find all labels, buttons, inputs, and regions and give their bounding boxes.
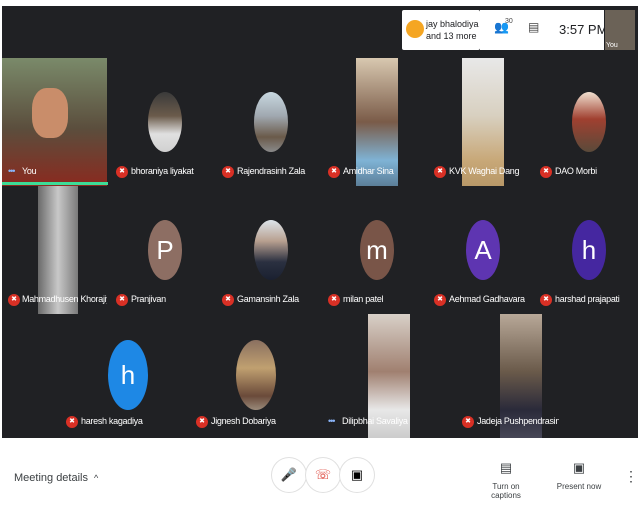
meeting-details-label: Meeting details: [14, 472, 88, 484]
participant-avatar-letter: h: [108, 340, 148, 410]
participant-name: Jadeja Pushpendrasinh: [477, 416, 559, 426]
mic-off-icon: ✖: [328, 166, 340, 178]
participant-photo: [572, 92, 606, 152]
mic-off-icon: ✖: [434, 166, 446, 178]
participant-name: DAO Morbi: [555, 166, 597, 176]
presenter-avatar: [406, 20, 424, 38]
camera-icon: ▣: [350, 467, 364, 482]
participant-avatar-letter: h: [572, 220, 606, 280]
mic-button[interactable]: 🎤: [272, 458, 306, 492]
mic-off-icon: ✖: [196, 416, 208, 428]
participant-name: Amidhar Sina: [343, 166, 394, 176]
end-call-button[interactable]: ☏: [306, 458, 340, 492]
mic-off-icon: ✖: [222, 166, 234, 178]
self-preview-label: You: [606, 42, 618, 49]
self-preview[interactable]: You: [605, 10, 635, 50]
participant-name: Gamansinh Zala: [237, 294, 299, 304]
mic-off-icon: ✖: [116, 294, 128, 306]
captions-button[interactable]: ▤ Turn on captions: [478, 460, 534, 500]
mic-off-icon: ✖: [328, 294, 340, 306]
participant-tile[interactable]: ✖ DAO Morbi: [532, 58, 637, 186]
captions-label: Turn on captions: [491, 482, 521, 500]
participant-name: You: [22, 166, 37, 176]
bottom-bar: Meeting details ^ 🎤 ☏ ▣ ▤ Turn on caption…: [0, 438, 640, 516]
people-count: 30: [505, 18, 513, 25]
participant-tile[interactable]: ✖ Gamansinh Zala: [214, 186, 319, 314]
participant-tile[interactable]: ✖ Mahmadhusen Khorajiya: [2, 186, 107, 314]
participant-avatar-letter: m: [360, 220, 394, 280]
participant-tile[interactable]: ••• Dilipbhai Savaliya: [322, 314, 427, 438]
participant-avatar-letter: P: [148, 220, 182, 280]
participant-face: [32, 88, 68, 138]
participant-name: Jignesh Dobariya: [211, 416, 276, 426]
participant-tile[interactable]: ✖ bhoraniya liyakat: [108, 58, 213, 186]
present-icon: ▣: [572, 460, 586, 475]
participant-avatar-letter: A: [466, 220, 500, 280]
mic-off-icon: ✖: [540, 166, 552, 178]
participant-name: harshad prajapati: [555, 294, 620, 304]
present-button[interactable]: ▣ Present now: [554, 460, 604, 491]
participant-name: KVK Waghai Dang: [449, 166, 520, 176]
participant-name: bhoraniya liyakat: [131, 166, 194, 176]
meeting-stage: jay bhalodiya and 13 more 👥 30 ▤ 3:57 PM…: [2, 6, 638, 438]
participant-photo: [148, 92, 182, 152]
participant-tile[interactable]: h ✖ haresh kagadiya: [58, 314, 163, 438]
speaking-indicator-icon: •••: [328, 416, 336, 426]
participant-tile[interactable]: A ✖ Aehmad Gadhavara: [426, 186, 531, 314]
participant-tile[interactable]: ✖ Jignesh Dobariya: [188, 314, 293, 438]
participant-name: haresh kagadiya: [81, 416, 143, 426]
participant-name: Dilipbhai Savaliya: [342, 416, 408, 426]
participant-name: Rajendrasinh Zala: [237, 166, 305, 176]
participant-tile[interactable]: ••• You: [2, 58, 107, 186]
participant-tile[interactable]: P ✖ Pranjivan: [108, 186, 213, 314]
participant-tile[interactable]: ✖ Jadeja Pushpendrasinh: [454, 314, 559, 438]
participant-photo: [254, 220, 288, 280]
present-label: Present now: [556, 482, 602, 491]
more-icon[interactable]: ⋮: [624, 468, 638, 485]
mic-off-icon: ✖: [434, 294, 446, 306]
participant-tile[interactable]: ✖ KVK Waghai Dang: [426, 58, 531, 186]
participant-name: milan patel: [343, 294, 384, 304]
active-speaker-bar: [2, 182, 110, 185]
mic-icon: 🎤: [280, 467, 298, 482]
participant-photo: [254, 92, 288, 152]
participant-name: Mahmadhusen Khorajiya: [22, 294, 107, 304]
mic-off-icon: ✖: [540, 294, 552, 306]
participant-tile[interactable]: ✖ Amidhar Sina: [320, 58, 425, 186]
chat-icon[interactable]: ▤: [528, 20, 539, 34]
participant-tile[interactable]: ✖ Rajendrasinh Zala: [214, 58, 319, 186]
mic-off-icon: ✖: [222, 294, 234, 306]
captions-icon: ▤: [499, 460, 513, 475]
presenter-name: jay bhalodiya: [426, 19, 479, 29]
mic-off-icon: ✖: [116, 166, 128, 178]
participant-tile[interactable]: h ✖ harshad prajapati: [532, 186, 637, 314]
top-bar: jay bhalodiya and 13 more 👥 30 ▤ 3:57 PM…: [2, 6, 638, 56]
camera-button[interactable]: ▣: [340, 458, 374, 492]
mic-off-icon: ✖: [8, 294, 20, 306]
presenter-more: and 13 more: [426, 31, 477, 41]
presenter-indicator[interactable]: jay bhalodiya and 13 more: [402, 10, 480, 50]
participant-name: Pranjivan: [131, 294, 166, 304]
participant-tile[interactable]: m ✖ milan patel: [320, 186, 425, 314]
meeting-details-button[interactable]: Meeting details ^: [14, 472, 98, 484]
participant-photo: [236, 340, 276, 410]
speaking-indicator-icon: •••: [8, 166, 16, 176]
participant-name: Aehmad Gadhavara: [449, 294, 525, 304]
meeting-time: 3:57 PM: [559, 22, 608, 37]
end-call-icon: ☏: [314, 467, 332, 482]
chevron-up-icon: ^: [94, 473, 99, 483]
mic-off-icon: ✖: [66, 416, 78, 428]
mic-off-icon: ✖: [462, 416, 474, 428]
